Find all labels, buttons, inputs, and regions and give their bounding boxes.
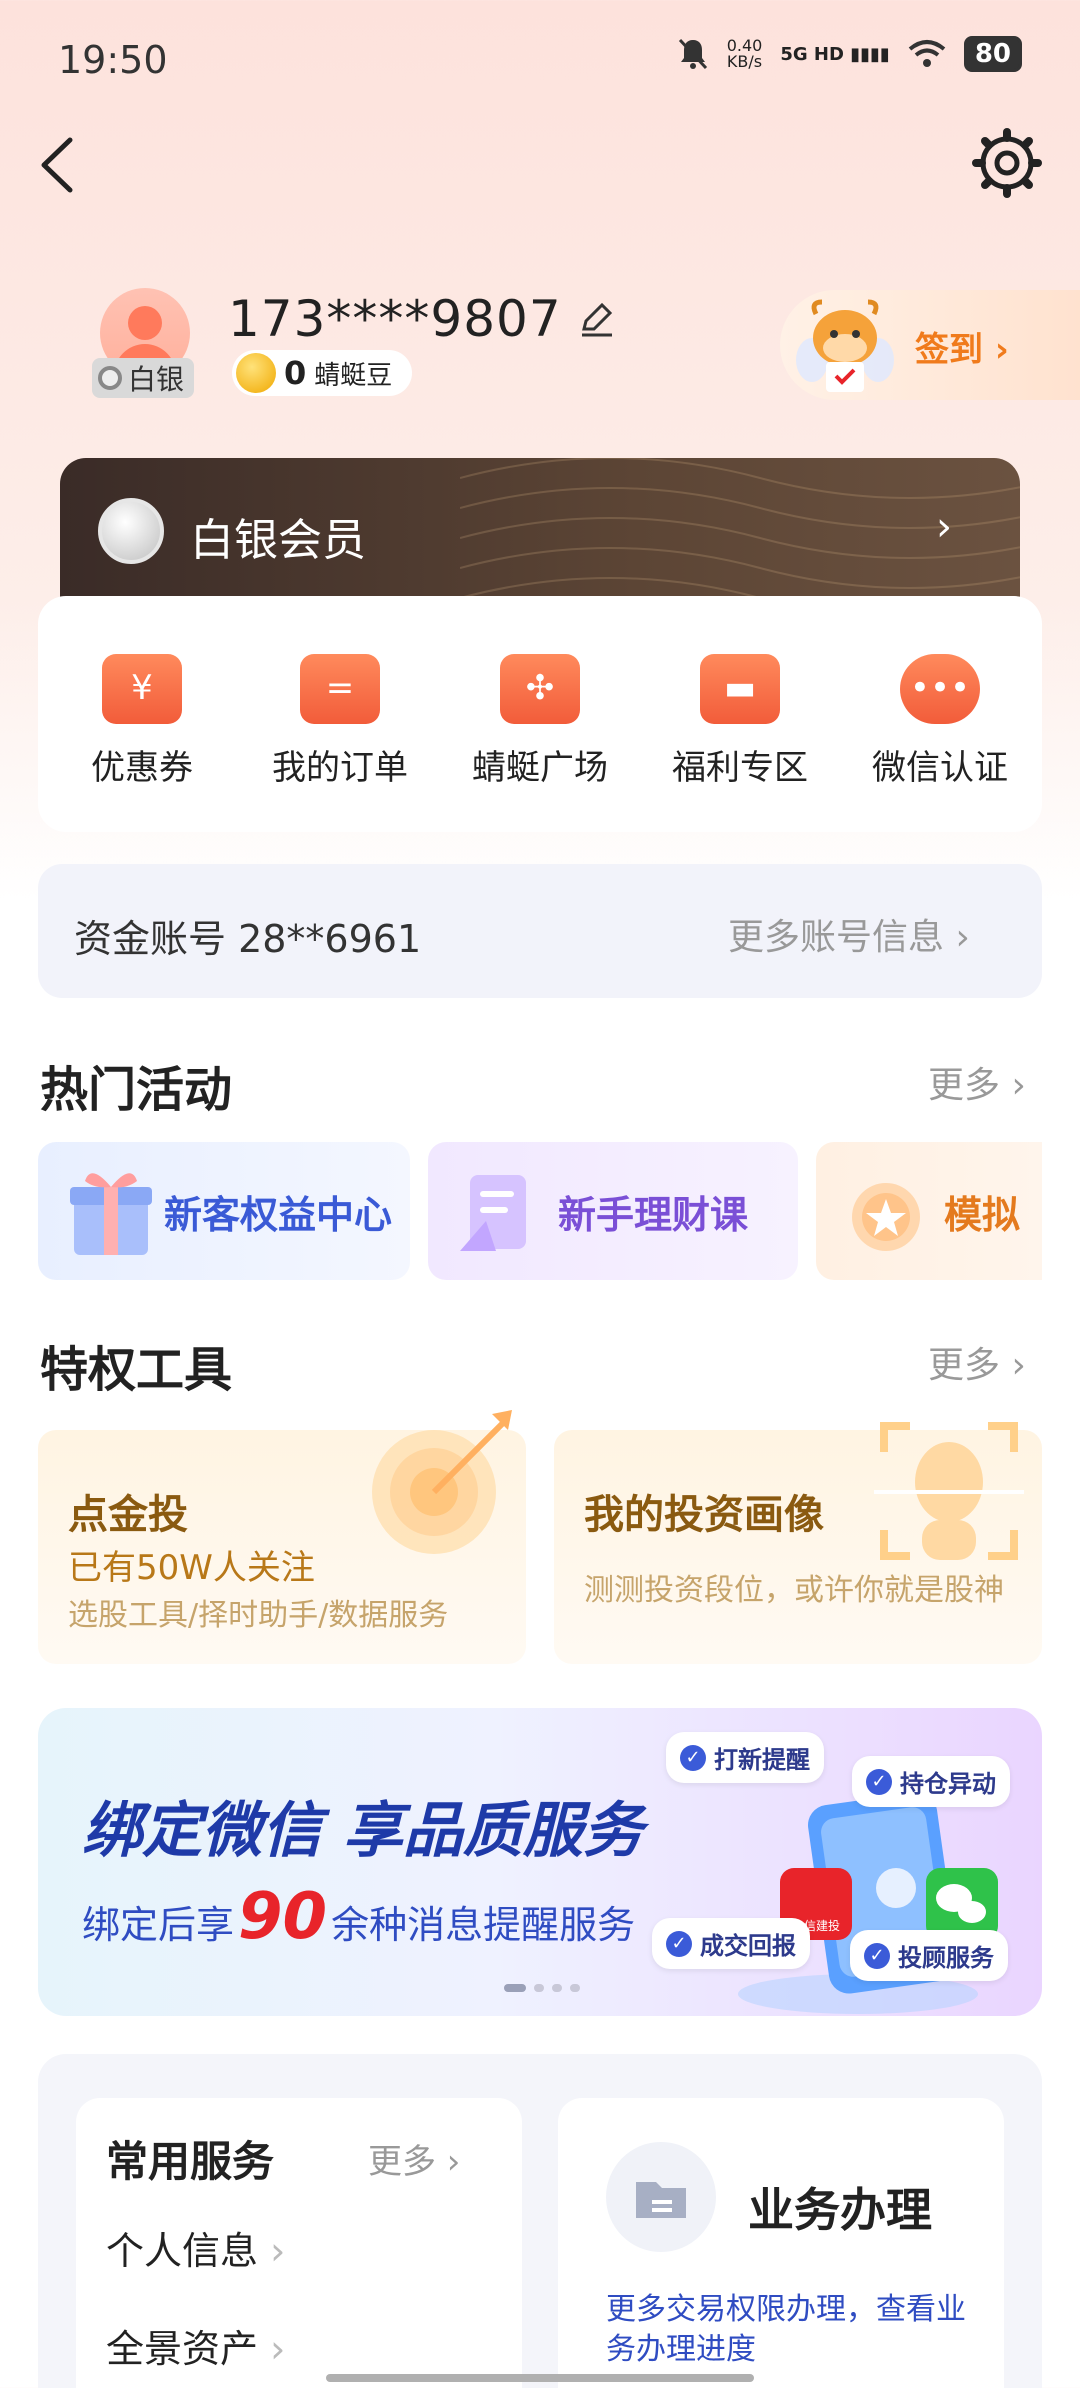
home-indicator[interactable] <box>326 2374 754 2382</box>
privilege-tools-title: 特权工具 <box>40 1342 233 1398</box>
checkin-label: 签到 › <box>915 330 1009 370</box>
check-icon: ✓ <box>866 1768 892 1795</box>
target-icon <box>372 1410 512 1554</box>
cow-mascot-icon <box>796 299 894 392</box>
status-time: 19:50 <box>58 38 168 82</box>
battery-indicator: 80 <box>963 36 1022 72</box>
tag-advisory-service: ✓ 投顾服务 <box>850 1930 1008 1981</box>
back-icon[interactable] <box>30 130 90 200</box>
check-icon: ✓ <box>666 1930 692 1957</box>
quick-action-wechat-verify[interactable]: ••• 微信认证 <box>850 654 1030 789</box>
tag-trade-report: ✓ 成交回报 <box>652 1918 810 1969</box>
tool-card-dianjintou[interactable]: 点金投 已有50W人关注 选股工具/择时助手/数据服务 <box>38 1410 526 1664</box>
business-title: 业务办理 <box>748 2183 932 2237</box>
bean-balance[interactable]: 0 蜻蜓豆 <box>232 350 413 396</box>
edit-pencil-icon[interactable] <box>576 299 616 339</box>
bean-coin-icon <box>236 353 276 393</box>
common-services-more-link[interactable]: 更多 › <box>368 2134 460 2183</box>
activity-card-finance-course[interactable]: 新手理财课 <box>428 1142 798 1280</box>
member-label: 白银会员 <box>190 515 366 566</box>
common-services-title: 常用服务 <box>106 2137 275 2186</box>
dragonfly-square-icon: ✣ <box>500 654 580 724</box>
silver-tier-icon <box>98 366 122 390</box>
hot-activities-title: 热门活动 <box>40 1062 233 1118</box>
service-item-personal-info[interactable]: 个人信息 › <box>106 2220 285 2275</box>
common-services-card: 常用服务 更多 › 个人信息 › 全景资产 › <box>76 2098 522 2388</box>
coupon-icon: ¥ <box>102 654 182 724</box>
quick-action-dragonfly-square[interactable]: ✣ 蜻蜓广场 <box>450 654 630 789</box>
business-card[interactable]: 业务办理 更多交易权限办理，查看业务办理进度 <box>558 2098 1004 2388</box>
more-account-info-link[interactable]: 更多账号信息 › <box>728 908 970 960</box>
gift-icon: ▬ <box>700 654 780 724</box>
tool-desc: 选股工具/择时助手/数据服务 <box>68 1598 449 1633</box>
business-desc: 更多交易权限办理，查看业务办理进度 <box>606 2292 966 2367</box>
wifi-icon <box>908 40 946 67</box>
silver-medal-icon <box>98 498 164 564</box>
quick-action-welfare[interactable]: ▬ 福利专区 <box>650 654 830 789</box>
chevron-right-icon: › <box>936 504 952 550</box>
tool-title: 点金投 <box>68 1492 188 1538</box>
activity-card-simulation[interactable]: 模拟 <box>816 1142 1042 1280</box>
service-item-assets[interactable]: 全景资产 › <box>106 2318 285 2373</box>
status-icons: 0.40 KB/s 5G HD ▮▮▮▮ 80 <box>677 36 1022 72</box>
check-icon: ✓ <box>680 1744 706 1771</box>
activity-card-newcomer[interactable]: 新客权益中心 <box>38 1142 410 1280</box>
document-icon <box>460 1175 526 1251</box>
tool-card-investment-profile[interactable]: 我的投资画像 测测投资段位，或许你就是股神 <box>554 1422 1042 1664</box>
signal-icon: 5G HD ▮▮▮▮ <box>780 43 890 65</box>
tag-position-alert: ✓ 持仓异动 <box>852 1756 1010 1807</box>
carousel-dots <box>504 1984 580 1992</box>
fund-account-label: 资金账号 28**6961 <box>74 917 422 961</box>
quick-action-orders[interactable]: = 我的订单 <box>250 654 430 789</box>
check-icon: ✓ <box>864 1942 890 1969</box>
tool-desc: 测测投资段位，或许你就是股神 <box>584 1573 1004 1608</box>
mute-bell-icon <box>678 38 707 70</box>
wechat-verify-icon: ••• <box>900 654 980 724</box>
tool-title: 我的投资画像 <box>584 1492 824 1538</box>
order-icon: = <box>300 654 380 724</box>
folder-icon <box>606 2142 716 2252</box>
settings-gear-icon[interactable] <box>970 126 1044 200</box>
tool-subtitle: 已有50W人关注 <box>68 1548 315 1588</box>
banner-title: 绑定微信 享品质服务 <box>82 1796 643 1866</box>
star-coin-icon <box>852 1183 920 1251</box>
status-bar: 19:50 0.40 KB/s 5G HD ▮▮▮▮ 80 <box>0 0 1080 120</box>
privilege-tools-more-link[interactable]: 更多 › <box>928 1336 1026 1388</box>
quick-actions-panel: ¥ 优惠券 = 我的订单 ✣ 蜻蜓广场 ▬ 福利专区 ••• 微信认证 <box>38 596 1042 832</box>
phone-number: 173****9807 <box>228 290 616 348</box>
net-speed: 0.40 KB/s <box>726 36 763 71</box>
tag-ipo-reminder: ✓ 打新提醒 <box>666 1732 824 1783</box>
face-scan-icon <box>874 1422 1024 1560</box>
quick-action-coupon[interactable]: ¥ 优惠券 <box>52 654 232 789</box>
banner-subtitle: 绑定后享 90 余种消息提醒服务 <box>82 1880 636 1954</box>
hot-activities-more-link[interactable]: 更多 › <box>928 1056 1026 1108</box>
gift-box-icon <box>70 1173 152 1255</box>
tier-badge: 白银 <box>92 358 195 398</box>
